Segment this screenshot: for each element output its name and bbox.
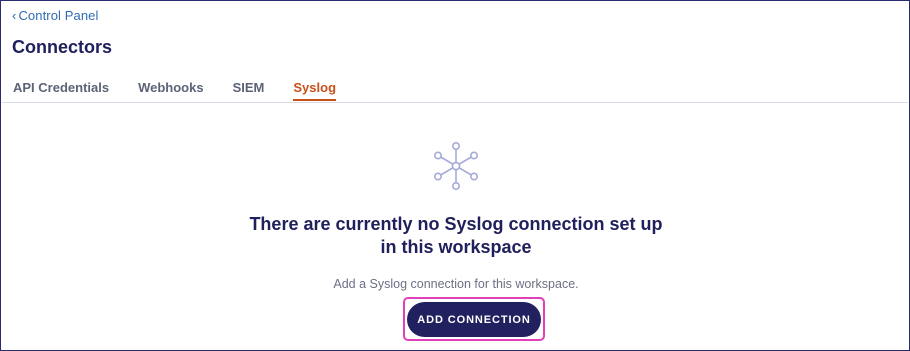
- tab-webhooks[interactable]: Webhooks: [138, 78, 204, 101]
- chevron-left-icon: ‹: [12, 8, 17, 23]
- tab-syslog[interactable]: Syslog: [293, 78, 336, 101]
- back-link-label: Control Panel: [18, 8, 99, 23]
- page-title: Connectors: [12, 37, 113, 57]
- network-hub-icon: [433, 141, 478, 190]
- tab-siem[interactable]: SIEM: [233, 78, 265, 101]
- tab-api-credentials[interactable]: API Credentials: [13, 78, 109, 101]
- connectors-page: ‹ Control Panel Connectors API Credential…: [0, 0, 910, 351]
- empty-state: There are currently no Syslog connection…: [1, 141, 910, 291]
- tab-bar: API Credentials Webhooks SIEM Syslog: [13, 78, 365, 101]
- empty-state-heading: There are currently no Syslog connection…: [249, 214, 663, 257]
- tab-divider: [2, 102, 908, 103]
- back-link-control-panel[interactable]: ‹ Control Panel: [12, 8, 99, 23]
- empty-state-subtext: Add a Syslog connection for this workspa…: [333, 277, 579, 291]
- add-connection-button[interactable]: ADD CONNECTION: [407, 302, 541, 337]
